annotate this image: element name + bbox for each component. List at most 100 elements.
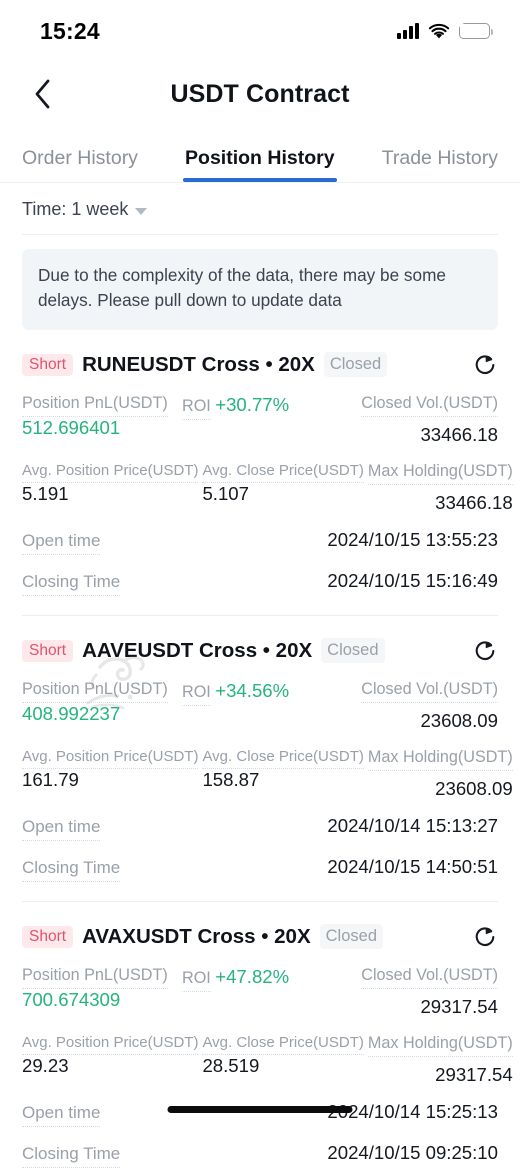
refresh-circle-icon[interactable] <box>472 638 498 664</box>
metric-closed-vol: Closed Vol.(USDT) 23608.09 <box>342 680 498 732</box>
refresh-circle-icon[interactable] <box>472 352 498 378</box>
status-badge: Closed <box>323 352 388 378</box>
open-time-label: Open time <box>22 531 101 555</box>
metric-value: 23608.09 <box>420 709 498 731</box>
metric-label: Avg. Position Price(USDT) <box>22 748 199 769</box>
position-metrics-bottom: Avg. Position Price(USDT) 5.191 Avg. Clo… <box>22 462 513 514</box>
open-time-row: Open time 2024/10/15 13:55:23 <box>22 529 498 555</box>
page-title: USDT Contract <box>170 79 350 108</box>
metric-value: 5.107 <box>202 482 249 504</box>
metric-value: 29317.54 <box>435 1063 513 1085</box>
position-metrics-bottom: Avg. Position Price(USDT) 29.23 Avg. Clo… <box>22 1034 513 1086</box>
tab-position-history[interactable]: Position History <box>183 147 337 182</box>
metric-value: 408.992237 <box>22 702 121 724</box>
metric-avg-position-price: Avg. Position Price(USDT) 29.23 <box>22 1034 199 1086</box>
metric-value: 33466.18 <box>435 491 513 513</box>
metric-avg-close-price: Avg. Close Price(USDT) 28.519 <box>202 1034 364 1086</box>
metric-label: Max Holding(USDT) <box>367 748 513 771</box>
metric-value: 23608.09 <box>435 777 513 799</box>
position-card-header: Short AVAXUSDT Cross • 20X Closed <box>22 922 498 952</box>
closing-time-row: Closing Time 2024/10/15 15:16:49 <box>22 570 498 596</box>
metric-avg-position-price: Avg. Position Price(USDT) 5.191 <box>22 462 199 514</box>
position-pair: AVAXUSDT Cross • 20X <box>82 924 311 948</box>
tab-bar: Order History Position History Trade His… <box>0 126 520 182</box>
metric-max-holding: Max Holding(USDT) 33466.18 <box>367 462 513 514</box>
position-metrics-top: Position PnL(USDT) 512.696401 ROI +30.77… <box>22 394 498 446</box>
metric-roi: ROI +30.77% <box>182 394 338 446</box>
metric-label: Avg. Close Price(USDT) <box>202 462 364 483</box>
metric-value: +30.77% <box>215 393 290 415</box>
metric-value: +34.56% <box>215 679 290 701</box>
time-filter-row: Time: 1 week <box>0 183 520 234</box>
open-time-value: 2024/10/14 15:25:13 <box>327 1100 498 1122</box>
refresh-circle-icon[interactable] <box>472 924 498 950</box>
metric-label: Position PnL(USDT) <box>22 966 168 989</box>
position-card-header: Short RUNEUSDT Cross • 20X Closed <box>22 350 498 380</box>
side-badge: Short <box>22 639 74 663</box>
metric-label: Position PnL(USDT) <box>22 680 168 703</box>
metric-position-pnl: Position PnL(USDT) 512.696401 <box>22 394 178 446</box>
closing-time-value: 2024/10/15 14:50:51 <box>327 855 498 877</box>
position-metrics-top: Position PnL(USDT) 700.674309 ROI +47.82… <box>22 966 498 1018</box>
time-filter-dropdown[interactable]: Time: 1 week <box>22 199 148 220</box>
position-card[interactable]: Short RUNEUSDT Cross • 20X Closed Positi… <box>0 330 520 596</box>
metric-value: 33466.18 <box>420 423 498 445</box>
tab-order-history[interactable]: Order History <box>22 147 138 182</box>
chevron-left-icon <box>35 79 49 109</box>
side-badge: Short <box>22 353 74 377</box>
metric-label: ROI <box>182 683 211 706</box>
metric-value: +47.82% <box>215 965 290 987</box>
metric-label: ROI <box>182 969 211 992</box>
metric-avg-close-price: Avg. Close Price(USDT) 158.87 <box>202 748 364 800</box>
open-time-row: Open time 2024/10/14 15:13:27 <box>22 815 498 841</box>
open-time-label: Open time <box>22 1103 101 1127</box>
metric-value: 161.79 <box>22 768 79 790</box>
closing-time-row: Closing Time 2024/10/15 14:50:51 <box>22 856 498 882</box>
chevron-down-icon <box>135 207 148 215</box>
status-badge: Closed <box>321 638 385 664</box>
time-filter-label: Time: 1 week <box>22 199 129 219</box>
status-bar-time: 15:24 <box>40 17 100 44</box>
metric-label: Closed Vol.(USDT) <box>361 680 498 703</box>
metric-max-holding: Max Holding(USDT) 29317.54 <box>367 1034 513 1086</box>
metric-value: 700.674309 <box>22 988 121 1010</box>
metric-closed-vol: Closed Vol.(USDT) 33466.18 <box>342 394 498 446</box>
metric-roi: ROI +34.56% <box>182 680 338 732</box>
open-time-row: Open time 2024/10/14 15:25:13 <box>22 1101 498 1127</box>
tab-trade-history[interactable]: Trade History <box>382 147 498 182</box>
metric-label: Avg. Position Price(USDT) <box>22 1034 199 1055</box>
open-time-label: Open time <box>22 817 101 841</box>
battery-charging-icon <box>457 19 494 39</box>
position-card[interactable]: Short AAVEUSDT Cross • 20X Closed Positi… <box>0 616 520 882</box>
metric-position-pnl: Position PnL(USDT) 408.992237 <box>22 680 178 732</box>
metric-label: Position PnL(USDT) <box>22 394 168 417</box>
closing-time-row: Closing Time 2024/10/15 09:25:10 <box>22 1142 498 1168</box>
status-bar-icons <box>397 19 494 40</box>
metric-avg-close-price: Avg. Close Price(USDT) 5.107 <box>202 462 364 514</box>
signal-bars-icon <box>397 23 419 39</box>
metric-label: Closed Vol.(USDT) <box>361 966 498 989</box>
position-pair: RUNEUSDT Cross • 20X <box>82 352 315 376</box>
closing-time-label: Closing Time <box>22 858 121 882</box>
metric-closed-vol: Closed Vol.(USDT) 29317.54 <box>342 966 498 1018</box>
metric-max-holding: Max Holding(USDT) 23608.09 <box>367 748 513 800</box>
metric-label: Max Holding(USDT) <box>367 1034 513 1057</box>
closing-time-label: Closing Time <box>22 1144 121 1168</box>
side-badge: Short <box>22 925 74 949</box>
position-pair: AAVEUSDT Cross • 20X <box>82 638 313 662</box>
metric-label: Max Holding(USDT) <box>367 462 513 485</box>
wifi-icon <box>428 23 450 40</box>
metric-label: Avg. Position Price(USDT) <box>22 462 199 483</box>
metric-value: 29317.54 <box>420 995 498 1017</box>
notice-banner: Due to the complexity of the data, there… <box>22 249 498 330</box>
position-card-header: Short AAVEUSDT Cross • 20X Closed <box>22 636 498 666</box>
metric-position-pnl: Position PnL(USDT) 700.674309 <box>22 966 178 1018</box>
metric-label: Avg. Close Price(USDT) <box>202 748 364 769</box>
filter-divider <box>22 234 498 235</box>
closing-time-label: Closing Time <box>22 572 121 596</box>
metric-label: ROI <box>182 397 211 420</box>
position-card[interactable]: Short AVAXUSDT Cross • 20X Closed Positi… <box>0 902 520 1168</box>
back-button[interactable] <box>22 74 62 114</box>
metric-avg-position-price: Avg. Position Price(USDT) 161.79 <box>22 748 199 800</box>
closing-time-value: 2024/10/15 15:16:49 <box>327 569 498 591</box>
